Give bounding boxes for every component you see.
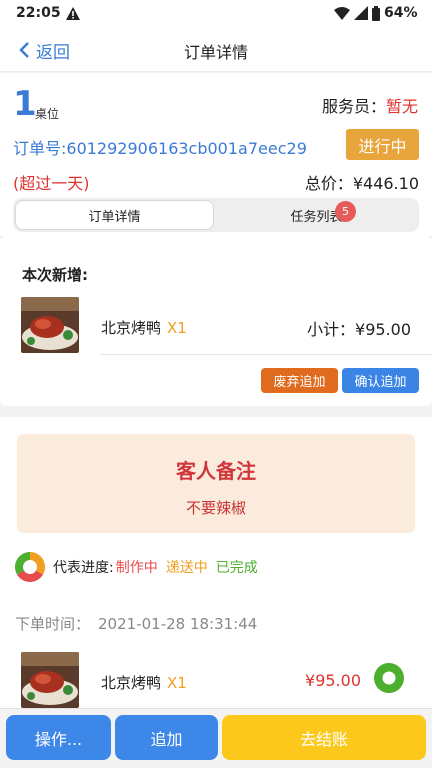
customer-note-title: 客人备注 [176, 459, 256, 483]
new-items-card: 本次新增: 北京烤鸭 X1 小计：¥95.00 废弃追加 确认追加 [0, 236, 432, 406]
subtotal-label: 小计： [307, 320, 356, 339]
add-items-button[interactable]: 追加 [115, 715, 218, 760]
nav-bar: 返回 订单详情 [0, 28, 432, 72]
page-title: 订单详情 [183, 43, 248, 62]
total-value: ¥446.10 [352, 174, 419, 193]
new-item-name: 北京烤鸭 X1 [101, 317, 187, 338]
divider [100, 354, 432, 355]
status-time: 22:05 [16, 5, 61, 21]
done-status-icon[interactable] [374, 663, 404, 693]
order-content: 客人备注 不要辣椒 代表进度: 制作中 递送中 已完成 下单时间： 2021-01… [0, 417, 432, 717]
subtotal-value: ¥95.00 [355, 320, 411, 339]
waiter-value: 暂无 [385, 97, 418, 116]
legend-delivering: 递送中 [165, 560, 208, 576]
battery-icon [372, 6, 380, 21]
customer-note-text: 不要辣椒 [185, 499, 246, 517]
new-item-subtotal: 小计：¥95.00 [307, 316, 411, 340]
new-items-title: 本次新增: [22, 266, 88, 284]
table-number: 1 [13, 84, 37, 124]
order-number: 订单号:601292906163cb001a7eec29 [13, 139, 307, 158]
new-item-title: 北京烤鸭 [101, 319, 162, 337]
battery-percent: 64% [384, 5, 418, 21]
confirm-addition-button[interactable]: 确认追加 [342, 368, 419, 393]
status-bar: 22:05 64% [0, 0, 432, 28]
waiter-info: 服务员：暂无 [322, 93, 418, 117]
waiter-label: 服务员： [321, 97, 386, 116]
tab-bar: 订单详情 任务列表 [13, 198, 419, 232]
legend-label: 代表进度: [53, 560, 114, 576]
checkout-button[interactable]: 去结账 [222, 715, 426, 760]
task-count-badge: 5 [335, 201, 356, 222]
discard-addition-button[interactable]: 废弃追加 [261, 368, 338, 393]
bottom-action-bar: 操作... 追加 去结账 [0, 708, 432, 768]
roast-duck-image [21, 652, 79, 708]
legend-done: 已完成 [215, 560, 258, 576]
order-header: 1 桌位 服务员：暂无 订单号:601292906163cb001a7eec29… [0, 73, 432, 236]
operations-button[interactable]: 操作... [6, 715, 111, 760]
signal-icon [354, 6, 368, 20]
ordered-item-name: 北京烤鸭 X1 [101, 672, 187, 693]
customer-note-box: 客人备注 不要辣椒 [17, 434, 415, 533]
tab-task-list[interactable]: 任务列表 [216, 200, 417, 230]
order-status-button[interactable]: 进行中 [346, 129, 419, 160]
table-unit: 桌位 [35, 107, 60, 121]
tab-order-details[interactable]: 订单详情 [15, 200, 214, 230]
order-time-label: 下单时间： [15, 615, 91, 633]
roast-duck-image [21, 297, 79, 353]
progress-legend: 代表进度: 制作中 递送中 已完成 [15, 552, 258, 582]
ordered-item-title: 北京烤鸭 [101, 674, 162, 692]
order-time: 下单时间： 2021-01-28 18:31:44 [15, 613, 257, 634]
new-item-qty: X1 [167, 319, 187, 337]
total-label: 总价： [304, 174, 353, 193]
overdue-label: (超过一天) [13, 174, 90, 193]
legend-making: 制作中 [115, 560, 158, 576]
order-time-value: 2021-01-28 18:31:44 [98, 615, 258, 633]
ordered-item-price: ¥95.00 [305, 671, 361, 690]
warning-icon [66, 7, 80, 20]
total-price: 总价：¥446.10 [305, 170, 419, 194]
progress-ring-icon [15, 552, 45, 582]
wifi-icon [334, 7, 350, 20]
ordered-item-qty: X1 [167, 674, 187, 692]
